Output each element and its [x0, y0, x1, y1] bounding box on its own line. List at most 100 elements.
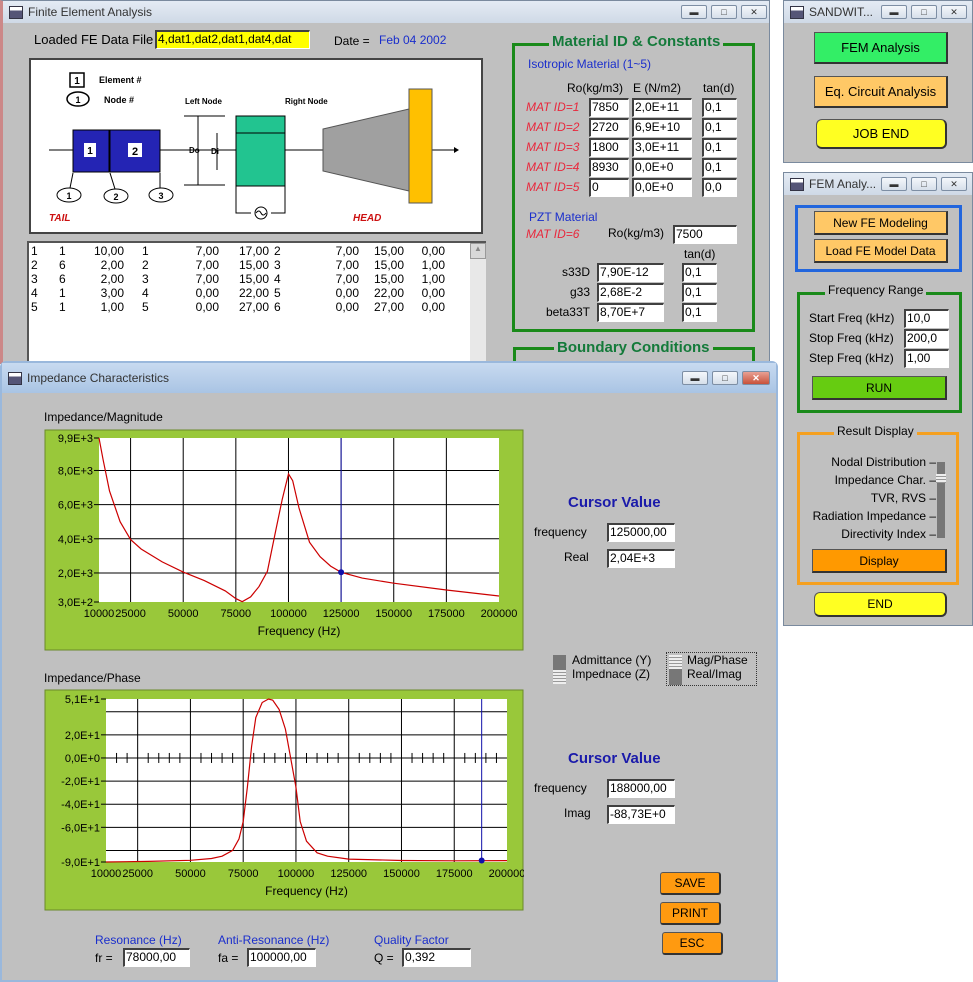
- esc-button[interactable]: ESC: [662, 932, 723, 955]
- save-button[interactable]: SAVE: [660, 872, 721, 895]
- window-title: Impedance Characteristics: [27, 371, 170, 385]
- minimize-button[interactable]: ▬: [682, 371, 708, 385]
- y-tick-label: -4,0E+1: [61, 799, 100, 811]
- svg-text:2: 2: [113, 192, 118, 202]
- pzt-constant-field[interactable]: 7,90E-12: [597, 263, 664, 282]
- print-button[interactable]: PRINT: [660, 902, 721, 925]
- cursor-value-title: Cursor Value: [568, 494, 661, 511]
- mag-phase-option[interactable]: Mag/Phase: [687, 653, 748, 667]
- result-item[interactable]: TVR, RVS –: [871, 491, 936, 505]
- maximize-button[interactable]: □: [911, 5, 937, 19]
- date-value: Feb 04 2002: [379, 33, 447, 47]
- density-field[interactable]: 0: [589, 178, 629, 197]
- cursor-frequency-field-2[interactable]: 188000,00: [607, 779, 675, 798]
- pzt-tan-field[interactable]: 0,1: [682, 263, 717, 282]
- close-button[interactable]: ✕: [741, 5, 767, 19]
- fr-label: fr =: [95, 951, 113, 965]
- result-item[interactable]: Directivity Index –: [841, 527, 936, 541]
- fr-field[interactable]: 78000,00: [123, 948, 190, 967]
- result-item[interactable]: Nodal Distribution –: [831, 455, 936, 469]
- pzt-ro-field[interactable]: 7500: [673, 225, 737, 244]
- modulus-field[interactable]: 0,0E+0: [632, 158, 692, 177]
- x-tick-label: 200000: [489, 868, 524, 880]
- minimize-button[interactable]: ▬: [881, 5, 907, 19]
- table-row: 5 1 1,00 5 0,00 27,00 6 0,00 27,00 0,00: [29, 300, 469, 314]
- table-cell: 22,00: [373, 286, 404, 300]
- result-slider-thumb[interactable]: [936, 474, 946, 483]
- maximize-button[interactable]: □: [911, 177, 937, 191]
- modulus-field[interactable]: 3,0E+11: [632, 138, 692, 157]
- table-cell: 1: [59, 300, 66, 314]
- pzt-tan-field[interactable]: 0,1: [682, 303, 717, 322]
- new-fe-modeling-button[interactable]: New FE Modeling: [814, 211, 948, 235]
- maximize-button[interactable]: □: [712, 371, 738, 385]
- density-field[interactable]: 7850: [589, 98, 629, 117]
- tan-field[interactable]: 0,1: [702, 118, 737, 137]
- density-field[interactable]: 2720: [589, 118, 629, 137]
- display-button[interactable]: Display: [812, 549, 947, 573]
- start-freq-field[interactable]: 10,0: [904, 309, 949, 328]
- table-cell: 3: [142, 272, 149, 286]
- phase-chart[interactable]: 10000 25000 50000 75000 100000 125000 150000 17…: [44, 689, 524, 911]
- y-tick-label: 3,0E+2: [58, 597, 93, 609]
- admittance-option[interactable]: Admittance (Y): [572, 653, 651, 667]
- loaded-file-label: Loaded FE Data File: [34, 32, 154, 47]
- head-label: HEAD: [353, 213, 381, 224]
- ro-header: Ro(kg/m3): [567, 81, 624, 95]
- q-field[interactable]: 0,392: [402, 948, 471, 967]
- real-imag-option[interactable]: Real/Imag: [687, 667, 742, 681]
- pzt-constant-field[interactable]: 2,68E-2: [597, 283, 664, 302]
- close-button[interactable]: ✕: [941, 5, 967, 19]
- x-tick-label: 125000: [330, 868, 367, 880]
- pzt-constant-label: beta33T: [545, 305, 590, 319]
- scroll-up-button[interactable]: ▲: [470, 243, 486, 259]
- modulus-field[interactable]: 6,9E+10: [632, 118, 692, 137]
- table-cell: 22,00: [238, 286, 269, 300]
- tan-field[interactable]: 0,1: [702, 98, 737, 117]
- table-cell: 1,00: [421, 258, 445, 272]
- tan-field[interactable]: 0,1: [702, 138, 737, 157]
- result-item[interactable]: Radiation Impedance –: [813, 509, 936, 523]
- cursor-imag-field[interactable]: -88,73E+0: [607, 805, 675, 824]
- magnitude-chart[interactable]: 10000 25000 50000 75000 100000 125000 150000 17…: [44, 429, 524, 651]
- fem-analysis-button[interactable]: FEM Analysis: [814, 32, 948, 64]
- job-end-button[interactable]: JOB END: [816, 119, 947, 149]
- cursor-real-field[interactable]: 2,04E+3: [607, 549, 675, 568]
- result-item[interactable]: Impedance Char. –: [835, 473, 936, 487]
- svg-text:2: 2: [132, 146, 138, 158]
- app-icon: [8, 371, 22, 385]
- svg-text:1: 1: [75, 95, 80, 105]
- mode-toggle[interactable]: [669, 655, 682, 685]
- tan-field[interactable]: 0,1: [702, 158, 737, 177]
- table-scrollbar[interactable]: ▲: [470, 243, 486, 367]
- element-table[interactable]: 1 1 10,00 1 7,00 17,00 2 7,00 15,00 0,00 2 6 2,00 2 7,…: [27, 241, 486, 367]
- end-button[interactable]: END: [814, 592, 947, 617]
- density-field[interactable]: 8930: [589, 158, 629, 177]
- eq-circuit-button[interactable]: Eq. Circuit Analysis: [814, 76, 948, 108]
- loaded-file-field[interactable]: 4,dat1,dat2,dat1,dat4,dat: [155, 30, 310, 49]
- minimize-button[interactable]: ▬: [881, 177, 907, 191]
- pzt-constant-field[interactable]: 8,70E+7: [597, 303, 664, 322]
- admittance-impedance-toggle[interactable]: [553, 655, 566, 685]
- cursor-frequency-field[interactable]: 125000,00: [607, 523, 675, 542]
- maximize-button[interactable]: □: [711, 5, 737, 19]
- tan-field[interactable]: 0,0: [702, 178, 737, 197]
- minimize-button[interactable]: ▬: [681, 5, 707, 19]
- load-fe-model-button[interactable]: Load FE Model Data: [814, 239, 948, 263]
- pzt-tan-field[interactable]: 0,1: [682, 283, 717, 302]
- fa-field[interactable]: 100000,00: [247, 948, 316, 967]
- close-button[interactable]: ✕: [742, 371, 770, 385]
- stop-freq-field[interactable]: 200,0: [904, 329, 949, 348]
- phase-chart-title: Impedance/Phase: [44, 671, 141, 685]
- impedance-option[interactable]: Impednace (Z): [572, 667, 650, 681]
- run-button[interactable]: RUN: [812, 376, 947, 400]
- table-cell: 1: [59, 286, 66, 300]
- table-cell: 15,00: [238, 258, 269, 272]
- modulus-field[interactable]: 2,0E+11: [632, 98, 692, 117]
- density-field[interactable]: 1800: [589, 138, 629, 157]
- table-cell: 7,00: [195, 244, 219, 258]
- step-freq-field[interactable]: 1,00: [904, 349, 949, 368]
- close-button[interactable]: ✕: [941, 177, 967, 191]
- table-cell: 5: [142, 300, 149, 314]
- modulus-field[interactable]: 0,0E+0: [632, 178, 692, 197]
